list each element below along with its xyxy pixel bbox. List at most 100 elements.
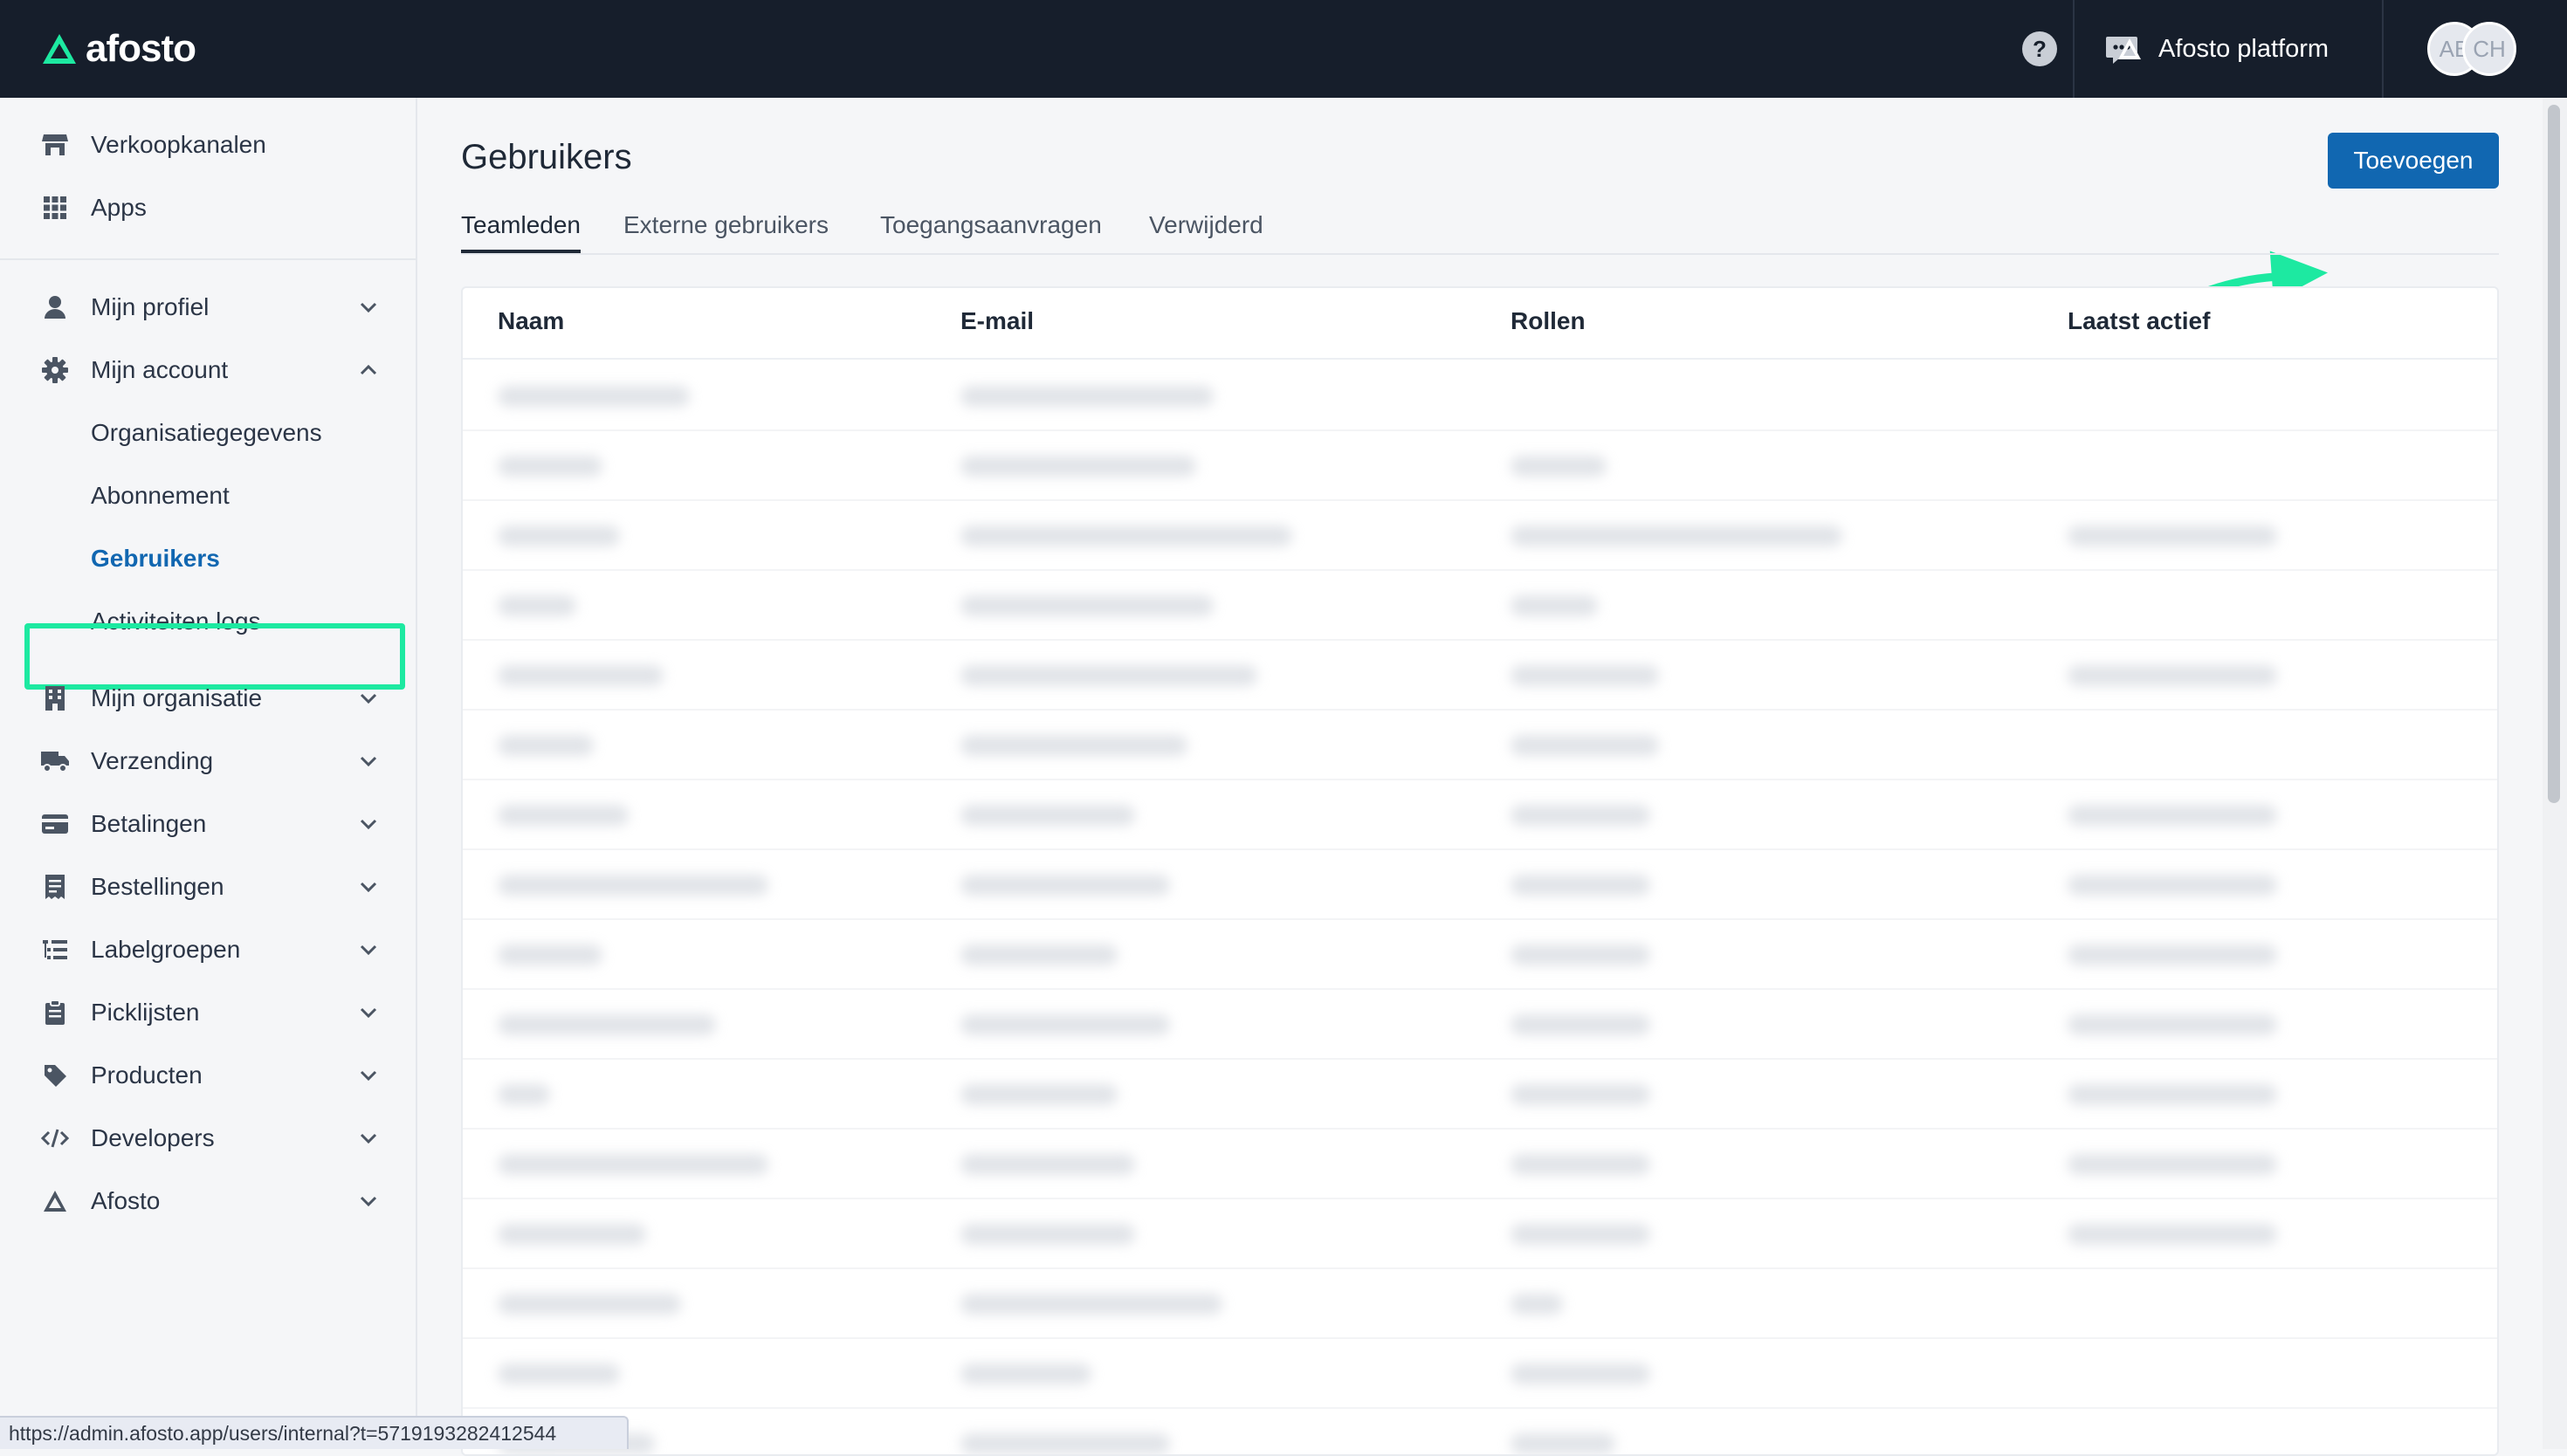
- gear-icon: [40, 355, 70, 385]
- table-body: [463, 361, 2497, 1454]
- top-divider: [2382, 0, 2384, 98]
- table-row[interactable]: [463, 920, 2497, 990]
- credit-card-icon: [40, 809, 70, 839]
- chevron-down-icon: [360, 1007, 377, 1019]
- sidebar-item-verzending[interactable]: Verzending: [40, 735, 381, 787]
- sidebar-item-mijn-account[interactable]: Mijn account: [40, 344, 381, 396]
- table-row[interactable]: [463, 571, 2497, 641]
- list-tree-icon: [40, 935, 70, 965]
- chevron-up-icon: [360, 364, 377, 375]
- table-row[interactable]: [463, 1199, 2497, 1269]
- sidebar-item-mijn-profiel[interactable]: Mijn profiel: [40, 281, 381, 333]
- platform-label: Afosto platform: [2158, 34, 2330, 63]
- column-header-email[interactable]: E-mail: [960, 307, 1034, 335]
- sidebar-item-label: Mijn account: [91, 356, 229, 383]
- tab-bar: Teamleden Externe gebruikers Toegangsaan…: [461, 204, 2499, 255]
- chevron-down-icon: [360, 1196, 377, 1207]
- grid-icon: [40, 193, 70, 223]
- building-icon: [40, 683, 70, 713]
- sidebar-divider: [0, 258, 417, 260]
- afosto-logo[interactable]: afosto: [40, 23, 196, 75]
- table-row[interactable]: [463, 1339, 2497, 1409]
- sidebar-item-betalingen[interactable]: Betalingen: [40, 798, 381, 850]
- tab-toegangsaanvragen[interactable]: Toegangsaanvragen: [880, 204, 1102, 253]
- sidebar-item-label: Picklijsten: [91, 999, 200, 1026]
- table-row[interactable]: [463, 990, 2497, 1060]
- sidebar-item-label: Betalingen: [91, 810, 207, 837]
- page-title: Gebruikers: [461, 138, 632, 176]
- tab-verwijderd[interactable]: Verwijderd: [1149, 204, 1263, 253]
- avatar: CH: [2462, 22, 2516, 76]
- sidebar-item-label: Bestellingen: [91, 873, 224, 900]
- sidebar-item-label: Mijn organisatie: [91, 684, 263, 711]
- page-scrollbar[interactable]: [2543, 98, 2567, 1449]
- table-row[interactable]: [463, 1269, 2497, 1339]
- chevron-down-icon: [360, 756, 377, 767]
- sidebar-item-apps[interactable]: Apps: [40, 182, 381, 234]
- sidebar-item-developers[interactable]: Developers: [40, 1112, 381, 1164]
- chevron-down-icon: [360, 693, 377, 704]
- column-header-naam[interactable]: Naam: [498, 307, 564, 335]
- table-row[interactable]: [463, 1060, 2497, 1130]
- table-row[interactable]: [463, 850, 2497, 920]
- top-divider: [2073, 0, 2075, 98]
- table-row[interactable]: [463, 1130, 2497, 1199]
- chevron-down-icon: [360, 882, 377, 893]
- column-header-rollen[interactable]: Rollen: [1511, 307, 1586, 335]
- sidebar-subitem-abonnement[interactable]: Abonnement: [91, 470, 379, 522]
- chevron-down-icon: [360, 302, 377, 313]
- main-content: Gebruikers Toevoegen Teamleden Externe g…: [419, 98, 2541, 1456]
- top-bar: afosto ? Afosto platform AB CH: [0, 0, 2567, 98]
- chevron-down-icon: [360, 819, 377, 830]
- sidebar-item-afosto[interactable]: Afosto: [40, 1175, 381, 1227]
- sidebar-item-label: Mijn profiel: [91, 293, 210, 320]
- sidebar-item-verkoopkanalen[interactable]: Verkoopkanalen: [40, 119, 381, 171]
- sidebar-item-bestellingen[interactable]: Bestellingen: [40, 861, 381, 913]
- column-header-laatst-actief[interactable]: Laatst actief: [2068, 307, 2210, 335]
- help-circle-icon[interactable]: ?: [2020, 30, 2059, 68]
- add-user-button[interactable]: Toevoegen: [2328, 133, 2499, 189]
- store-icon: [40, 130, 70, 160]
- sidebar-item-producten[interactable]: Producten: [40, 1049, 381, 1102]
- table-header: Naam E-mail Rollen Laatst actief: [463, 288, 2497, 360]
- clipboard-icon: [40, 998, 70, 1027]
- sidebar-item-mijn-organisatie[interactable]: Mijn organisatie: [40, 672, 381, 725]
- sidebar: Verkoopkanalen Apps Mijn profiel Mijn ac…: [0, 98, 417, 1449]
- sidebar-item-label: Verzending: [91, 747, 214, 774]
- platform-switcher[interactable]: Afosto platform: [2116, 26, 2329, 72]
- sidebar-item-labelgroepen[interactable]: Labelgroepen: [40, 924, 381, 976]
- truck-icon: [40, 746, 70, 776]
- table-row[interactable]: [463, 501, 2497, 571]
- sidebar-item-label: Verkoopkanalen: [91, 131, 266, 158]
- chevron-down-icon: [360, 1070, 377, 1082]
- tag-icon: [40, 1061, 70, 1090]
- table-row[interactable]: [463, 780, 2497, 850]
- user-avatars[interactable]: AB CH: [2427, 22, 2532, 76]
- chevron-down-icon: [360, 944, 377, 956]
- tab-externe-gebruikers[interactable]: Externe gebruikers: [623, 204, 829, 253]
- sidebar-subitem-organisatiegegevens[interactable]: Organisatiegegevens: [91, 407, 379, 459]
- code-icon: [40, 1123, 70, 1153]
- sidebar-item-label: Apps: [91, 194, 147, 221]
- logo-text: afosto: [86, 27, 196, 70]
- tab-teamleden[interactable]: Teamleden: [461, 204, 581, 253]
- users-table: Naam E-mail Rollen Laatst actief: [461, 286, 2499, 1456]
- table-row[interactable]: [463, 711, 2497, 780]
- afosto-logo-icon: [40, 1186, 70, 1216]
- scrollbar-thumb[interactable]: [2548, 105, 2560, 803]
- svg-text:?: ?: [2033, 36, 2047, 62]
- afosto-logo-icon: [2118, 38, 2141, 59]
- chevron-down-icon: [360, 1133, 377, 1144]
- sidebar-subitem-gebruikers[interactable]: Gebruikers: [91, 532, 379, 585]
- table-row[interactable]: [463, 431, 2497, 501]
- user-icon: [40, 292, 70, 322]
- receipt-icon: [40, 872, 70, 902]
- sidebar-item-picklijsten[interactable]: Picklijsten: [40, 986, 381, 1039]
- sidebar-item-label: Afosto: [91, 1187, 161, 1214]
- table-row[interactable]: [463, 641, 2497, 711]
- sidebar-item-label: Producten: [91, 1061, 203, 1089]
- afosto-logo-icon: [43, 34, 76, 64]
- sidebar-item-label: Developers: [91, 1124, 215, 1151]
- status-bar-url: https://admin.afosto.app/users/internal?…: [0, 1416, 629, 1449]
- table-row[interactable]: [463, 361, 2497, 431]
